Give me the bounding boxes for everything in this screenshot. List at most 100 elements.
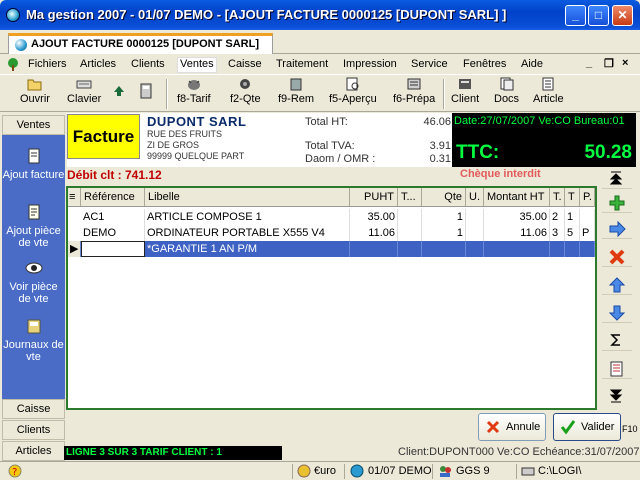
cell-u[interactable] bbox=[466, 241, 484, 257]
close-button[interactable]: ✕ bbox=[612, 5, 633, 26]
cell-u[interactable] bbox=[466, 209, 484, 225]
cell-reference[interactable]: DEMO bbox=[81, 225, 145, 241]
docs-button[interactable]: Docs bbox=[494, 77, 519, 105]
cell-t3[interactable] bbox=[565, 241, 580, 257]
col-p[interactable]: P. bbox=[580, 188, 595, 206]
mdi-minimize-button[interactable]: _ bbox=[586, 57, 592, 69]
up-arrow-button[interactable] bbox=[113, 85, 125, 100]
ttc-panel: Date:27/07/2007 Ve:CO Bureau:01 TTC: 50.… bbox=[452, 113, 636, 167]
cell-p[interactable]: P bbox=[580, 225, 595, 241]
col-reference[interactable]: Référence bbox=[81, 188, 145, 206]
cancel-button[interactable]: Annule bbox=[478, 413, 546, 441]
help-icon[interactable]: ? bbox=[8, 464, 22, 478]
menu-ventes[interactable]: Ventes bbox=[177, 57, 217, 73]
cell-t2[interactable]: 3 bbox=[550, 225, 565, 241]
cell-libelle[interactable]: ORDINATEUR PORTABLE X555 V4 bbox=[145, 225, 350, 241]
last-row-button[interactable] bbox=[602, 385, 632, 407]
cell-p[interactable] bbox=[580, 209, 595, 225]
cell-t[interactable] bbox=[398, 209, 422, 225]
insert-line-button[interactable] bbox=[602, 217, 632, 239]
col-libelle[interactable]: Libelle bbox=[145, 188, 350, 206]
f8-tarif-button[interactable]: f8-Tarif bbox=[177, 77, 211, 105]
total-tva-label: Total TVA: bbox=[305, 140, 355, 152]
first-icon bbox=[609, 171, 623, 185]
cell-montant-ht[interactable]: 11.06 bbox=[484, 225, 550, 241]
cell-t[interactable] bbox=[398, 225, 422, 241]
first-row-button[interactable] bbox=[602, 167, 632, 189]
cell-montant-ht[interactable] bbox=[484, 241, 550, 257]
table-row[interactable]: DEMO ORDINATEUR PORTABLE X555 V4 11.06 1… bbox=[68, 225, 595, 241]
move-up-button[interactable] bbox=[602, 273, 632, 295]
minimize-button[interactable]: _ bbox=[565, 5, 586, 26]
article-button[interactable]: Article bbox=[533, 77, 564, 105]
f9-rem-button[interactable]: f9-Rem bbox=[278, 77, 314, 105]
validate-button[interactable]: Valider bbox=[553, 413, 621, 441]
cell-montant-ht[interactable]: 35.00 bbox=[484, 209, 550, 225]
sidebar-item-ajout-piece[interactable]: Ajout pièce de vte bbox=[2, 203, 65, 249]
menu-clients[interactable]: Clients bbox=[131, 58, 165, 70]
row-selector-header[interactable]: ≡ bbox=[68, 188, 81, 206]
sidebar-tab-ventes[interactable]: Ventes bbox=[2, 115, 65, 135]
f6-prepa-button[interactable]: f6-Prépa bbox=[393, 77, 435, 105]
mdi-close-button[interactable]: × bbox=[622, 57, 628, 69]
document-button[interactable] bbox=[602, 357, 632, 379]
sidebar-tab-clients[interactable]: Clients bbox=[2, 420, 65, 440]
cell-libelle[interactable]: *GARANTIE 1 AN P/M bbox=[145, 241, 350, 257]
keyboard-button[interactable]: Clavier bbox=[67, 77, 101, 105]
cell-u[interactable] bbox=[466, 225, 484, 241]
new-invoice-icon bbox=[28, 148, 39, 164]
delete-line-button[interactable] bbox=[602, 245, 632, 267]
menu-impression[interactable]: Impression bbox=[343, 58, 397, 70]
cell-puht[interactable] bbox=[350, 241, 398, 257]
open-button[interactable]: Ouvrir bbox=[20, 77, 50, 105]
cell-t3[interactable]: 5 bbox=[565, 225, 580, 241]
menu-fenetres[interactable]: Fenêtres bbox=[463, 58, 506, 70]
cell-qte[interactable]: 1 bbox=[422, 225, 466, 241]
sidebar-item-voir-piece[interactable]: Voir pièce de vte bbox=[2, 259, 65, 305]
cell-qte[interactable] bbox=[422, 241, 466, 257]
col-t[interactable]: T... bbox=[398, 188, 422, 206]
col-montant-ht[interactable]: Montant HT bbox=[484, 188, 550, 206]
sidebar-tab-caisse[interactable]: Caisse bbox=[2, 399, 65, 419]
col-t3[interactable]: T bbox=[565, 188, 580, 206]
cell-qte[interactable]: 1 bbox=[422, 209, 466, 225]
app-icon[interactable] bbox=[6, 8, 20, 22]
table-row-selected[interactable]: ▶ *GARANTIE 1 AN P/M bbox=[68, 241, 595, 257]
cell-reference-editor[interactable] bbox=[81, 241, 145, 257]
sidebar-item-journaux[interactable]: Journaux de vte bbox=[2, 317, 65, 363]
move-down-button[interactable] bbox=[602, 301, 632, 323]
add-line-button[interactable] bbox=[602, 191, 632, 213]
invoice-lines-grid[interactable]: ≡ Référence Libelle PUHT T... Qte U. Mon… bbox=[66, 186, 597, 410]
table-row[interactable]: AC1 ARTICLE COMPOSE 1 35.00 1 35.00 2 1 bbox=[68, 209, 595, 225]
client-button[interactable]: Client bbox=[451, 77, 479, 105]
col-t2[interactable]: T. bbox=[550, 188, 565, 206]
col-u[interactable]: U. bbox=[466, 188, 484, 206]
cell-puht[interactable]: 35.00 bbox=[350, 209, 398, 225]
f5-apercu-button[interactable]: f5-Aperçu bbox=[329, 77, 377, 105]
sidebar-tab-articles[interactable]: Articles bbox=[2, 441, 65, 461]
menu-articles[interactable]: Articles bbox=[80, 58, 116, 70]
menu-aide[interactable]: Aide bbox=[521, 58, 543, 70]
cell-puht[interactable]: 11.06 bbox=[350, 225, 398, 241]
calculator-button[interactable] bbox=[140, 83, 152, 102]
cell-libelle[interactable]: ARTICLE COMPOSE 1 bbox=[145, 209, 350, 225]
document-tab[interactable]: AJOUT FACTURE 0000125 [DUPONT SARL] bbox=[8, 33, 273, 54]
cell-t2[interactable]: 2 bbox=[550, 209, 565, 225]
col-puht[interactable]: PUHT bbox=[350, 188, 398, 206]
cell-p[interactable] bbox=[580, 241, 595, 257]
menu-traitement[interactable]: Traitement bbox=[276, 58, 328, 70]
menu-fichiers[interactable]: Fichiers bbox=[28, 58, 67, 70]
cell-reference[interactable]: AC1 bbox=[81, 209, 145, 225]
col-qte[interactable]: Qte bbox=[422, 188, 466, 206]
maximize-button[interactable]: □ bbox=[588, 5, 609, 26]
sum-button[interactable] bbox=[602, 329, 632, 351]
cell-t2[interactable] bbox=[550, 241, 565, 257]
menu-service[interactable]: Service bbox=[411, 58, 448, 70]
f2-qte-button[interactable]: f2-Qte bbox=[230, 77, 261, 105]
cell-t3[interactable]: 1 bbox=[565, 209, 580, 225]
menu-caisse[interactable]: Caisse bbox=[228, 58, 262, 70]
sidebar-item-ajout-facture[interactable]: Ajout facture bbox=[2, 147, 65, 181]
arrow-up-icon bbox=[608, 277, 626, 293]
cell-t[interactable] bbox=[398, 241, 422, 257]
mdi-restore-button[interactable]: ❐ bbox=[604, 57, 614, 70]
